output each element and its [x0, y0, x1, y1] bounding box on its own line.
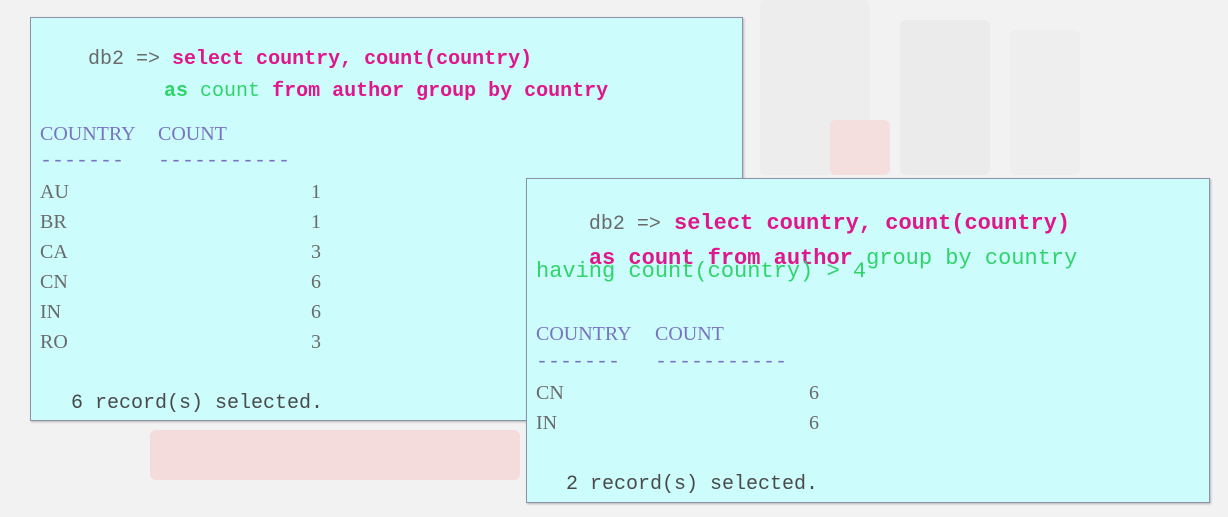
column-header-count: COUNT	[158, 123, 227, 145]
separator-count: -----------	[655, 351, 788, 374]
cell-country: CN	[40, 271, 68, 293]
separator-country: -------	[536, 351, 621, 374]
cell-country: RO	[40, 331, 68, 353]
cell-count: 6	[809, 382, 819, 404]
separator-count: -----------	[158, 150, 291, 173]
background-decoration	[830, 120, 890, 175]
cell-count: 3	[311, 241, 321, 263]
sql-alias-count: count	[200, 80, 261, 103]
cell-country: BR	[40, 211, 67, 233]
query-result-panel-2: db2 => select country, count(country) as…	[526, 178, 1210, 503]
cell-country: AU	[40, 181, 69, 203]
cell-count: 1	[311, 181, 321, 203]
column-header-country: COUNTRY	[40, 123, 136, 145]
column-header-count: COUNT	[655, 323, 724, 345]
cell-count: 1	[311, 211, 321, 233]
separator-country: -------	[40, 150, 125, 173]
cell-count: 6	[809, 412, 819, 434]
cell-country: CA	[40, 241, 68, 263]
cell-count: 6	[311, 301, 321, 323]
records-selected-footer: 2 record(s) selected.	[566, 473, 819, 496]
cell-country: IN	[40, 301, 62, 323]
background-decoration	[900, 20, 990, 175]
cell-count: 6	[311, 271, 321, 293]
sql-group-by-clause: group by country	[866, 246, 1078, 271]
sql-having-clause: having count(country) > 4	[536, 259, 867, 284]
cell-count: 3	[311, 331, 321, 353]
records-selected-footer: 6 record(s) selected.	[71, 392, 324, 415]
query-line-2: as count from author group by country	[116, 62, 608, 122]
background-decoration	[150, 430, 520, 480]
sql-from-group-clause: from author group by country	[272, 80, 609, 103]
cell-country: CN	[536, 382, 564, 404]
cell-country: IN	[536, 412, 558, 434]
sql-as-keyword: as	[164, 80, 189, 103]
column-header-country: COUNTRY	[536, 323, 632, 345]
background-decoration	[1010, 30, 1080, 175]
